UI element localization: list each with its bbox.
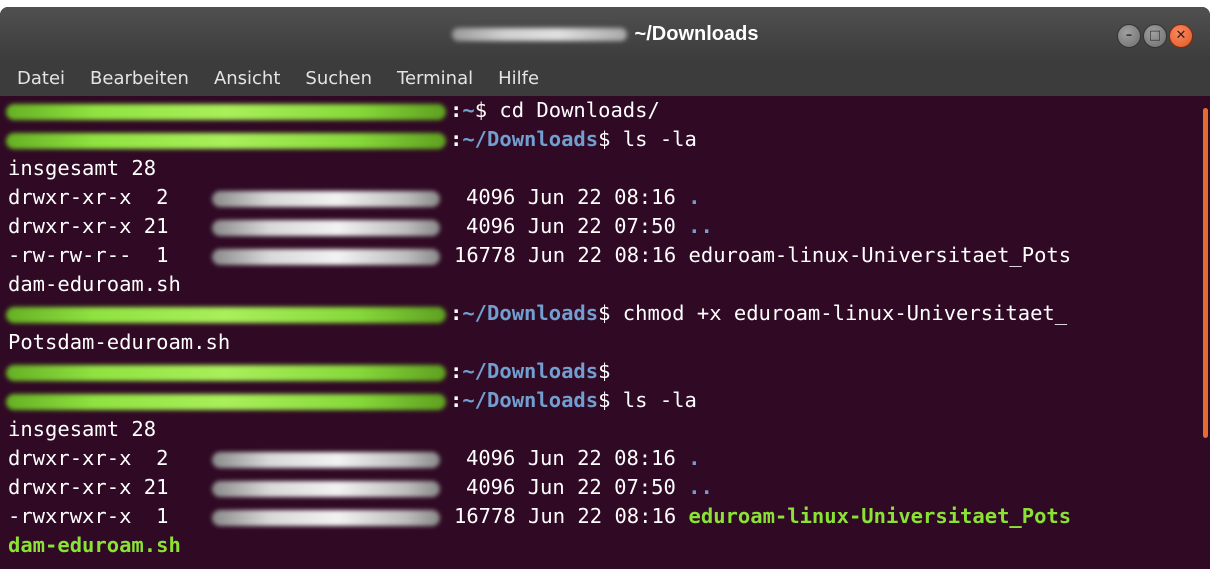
redacted-owner	[212, 191, 440, 207]
terminal-line: :~/Downloads$ ls -la	[450, 386, 697, 415]
terminal-line: dam-eduroam.sh	[8, 272, 181, 296]
redacted-user-3	[6, 307, 446, 323]
listing-meta: 4096 Jun 22 07:50	[466, 475, 676, 499]
terminal-line: :~/Downloads$	[450, 357, 610, 386]
prompt-sign: $	[598, 127, 611, 151]
listing-perm: drwxr-xr-x 2	[8, 446, 169, 470]
terminal-line: :~$ cd Downloads/	[450, 96, 660, 125]
prompt-sep: :	[450, 127, 463, 151]
scrollbar[interactable]	[1203, 108, 1208, 438]
prompt-path: ~/Downloads	[462, 388, 599, 412]
command: ls -la	[610, 127, 697, 151]
redacted-owner	[212, 452, 440, 468]
listing-perm: -rw-rw-r-- 1	[8, 243, 169, 267]
maximize-button[interactable]: □	[1143, 24, 1167, 48]
terminal-window: ~/Downloads – □ ✕ Datei Bearbeiten Ansic…	[0, 7, 1210, 569]
redacted-owner	[212, 481, 440, 497]
listing-perm: -rwxrwxr-x 1	[8, 504, 169, 528]
menu-suchen[interactable]: Suchen	[305, 68, 372, 89]
listing-entry: 4096 Jun 22 08:16 .	[466, 183, 701, 212]
listing-meta: 16778 Jun 22 08:16	[454, 504, 677, 528]
terminal-line: insgesamt 28	[8, 417, 157, 441]
terminal-line-executable: dam-eduroam.sh	[8, 533, 181, 557]
prompt-sign: $	[598, 301, 611, 325]
listing-entry: 16778 Jun 22 08:16 eduroam-linux-Univers…	[454, 502, 1071, 531]
listing-meta: 4096 Jun 22 08:16	[466, 185, 676, 209]
prompt-sep: :	[450, 301, 463, 325]
close-button[interactable]: ✕	[1169, 24, 1193, 48]
listing-name: .	[688, 446, 701, 470]
menu-ansicht[interactable]: Ansicht	[214, 68, 280, 89]
command: ls -la	[610, 388, 697, 412]
redacted-owner	[212, 220, 440, 236]
menu-bearbeiten[interactable]: Bearbeiten	[90, 68, 189, 89]
prompt-path: ~	[462, 98, 475, 122]
prompt-sep: :	[450, 98, 463, 122]
title-bar[interactable]: ~/Downloads – □ ✕	[0, 7, 1210, 61]
listing-perm: drwxr-xr-x 21	[8, 475, 169, 499]
terminal-line: :~/Downloads$ ls -la	[450, 125, 697, 154]
maximize-icon: □	[1148, 28, 1162, 43]
prompt-sign: $	[598, 388, 611, 412]
menu-datei[interactable]: Datei	[17, 68, 65, 89]
listing-name: ..	[688, 475, 713, 499]
menu-terminal[interactable]: Terminal	[397, 68, 473, 89]
redacted-hostname	[451, 28, 627, 41]
listing-meta: 16778 Jun 22 08:16	[454, 243, 677, 267]
prompt-sign: $	[598, 359, 611, 383]
prompt-sign: $	[474, 98, 488, 122]
redacted-user-2	[6, 133, 446, 149]
terminal-output[interactable]: :~$ cd Downloads/ :~/Downloads$ ls -la i…	[0, 96, 1210, 569]
listing-perm: drwxr-xr-x 2	[8, 185, 169, 209]
redacted-owner	[212, 510, 440, 526]
listing-perm: drwxr-xr-x 21	[8, 214, 169, 238]
window-title: ~/Downloads	[634, 23, 759, 45]
listing-meta: 4096 Jun 22 07:50	[466, 214, 676, 238]
prompt-path: ~/Downloads	[462, 359, 599, 383]
listing-entry: 4096 Jun 22 07:50 ..	[466, 473, 713, 502]
menu-hilfe[interactable]: Hilfe	[498, 68, 539, 89]
listing-meta: 4096 Jun 22 08:16	[466, 446, 676, 470]
listing-name: eduroam-linux-Universitaet_Pots	[688, 243, 1072, 267]
terminal-line: insgesamt 28	[8, 156, 157, 180]
close-icon: ✕	[1175, 28, 1187, 43]
redacted-owner	[212, 249, 440, 265]
command: cd Downloads/	[487, 98, 660, 122]
redacted-user-5	[6, 394, 446, 410]
prompt-sep: :	[450, 359, 463, 383]
redacted-user-1	[6, 104, 446, 120]
listing-name-executable: eduroam-linux-Universitaet_Pots	[688, 504, 1072, 528]
prompt-path: ~/Downloads	[462, 301, 599, 325]
command: chmod +x eduroam-linux-Universitaet_	[610, 301, 1068, 325]
prompt-path: ~/Downloads	[462, 127, 599, 151]
menu-bar: Datei Bearbeiten Ansicht Suchen Terminal…	[0, 60, 1210, 96]
listing-name: .	[688, 185, 701, 209]
redacted-user-4	[6, 365, 446, 381]
minimize-button[interactable]: –	[1117, 24, 1141, 48]
terminal-line: :~/Downloads$ chmod +x eduroam-linux-Uni…	[450, 299, 1067, 328]
listing-name: ..	[688, 214, 713, 238]
terminal-line: Potsdam-eduroam.sh	[8, 330, 231, 354]
prompt-sep: :	[450, 388, 463, 412]
listing-entry: 4096 Jun 22 08:16 .	[466, 444, 701, 473]
title-wrap: ~/Downloads	[0, 7, 1210, 60]
listing-entry: 16778 Jun 22 08:16 eduroam-linux-Univers…	[454, 241, 1071, 270]
minimize-icon: –	[1125, 28, 1133, 43]
listing-entry: 4096 Jun 22 07:50 ..	[466, 212, 713, 241]
